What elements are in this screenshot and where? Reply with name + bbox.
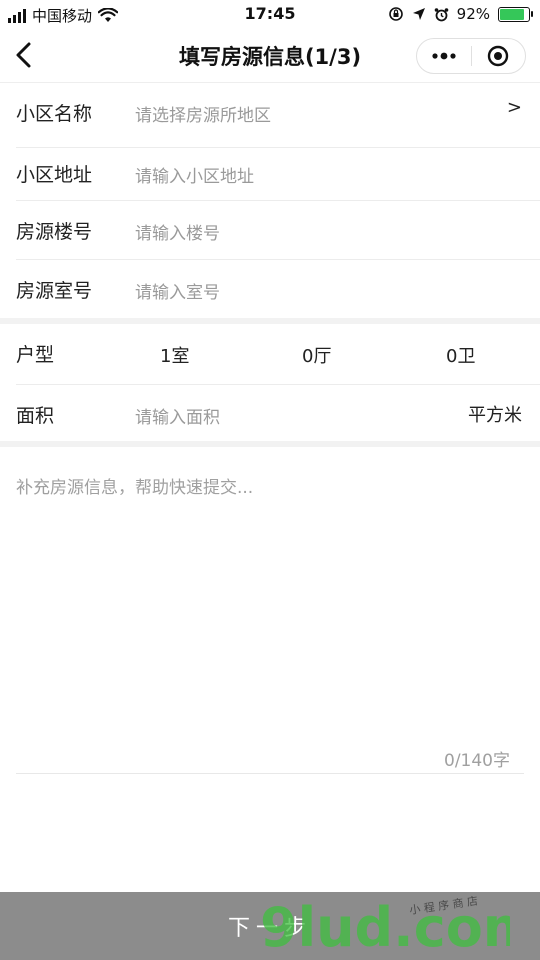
community-name-label: 小区名称 xyxy=(16,103,93,125)
target-circle-icon xyxy=(488,45,509,67)
halls-picker[interactable]: 0厅 xyxy=(302,342,331,368)
building-no-row: 房源楼号 请输入楼号 xyxy=(16,201,540,260)
alarm-icon xyxy=(434,7,448,21)
notes-char-counter: 0/140字 xyxy=(444,751,510,771)
community-name-row[interactable]: 小区名称 请选择房源所地区 > xyxy=(16,83,540,148)
more-dots-icon xyxy=(432,52,456,60)
site-watermark: 9lud.com 小 程 序 商 店 xyxy=(260,894,510,959)
room-no-label: 房源室号 xyxy=(16,280,93,302)
location-arrow-icon xyxy=(412,8,425,20)
community-address-row: 小区地址 请输入小区地址 xyxy=(16,148,540,201)
navigation-bar: 填写房源信息(1/3) xyxy=(0,28,540,83)
more-button[interactable] xyxy=(417,39,471,73)
battery-level xyxy=(500,8,524,20)
orientation-lock-icon xyxy=(388,7,403,21)
community-address-label: 小区地址 xyxy=(16,164,93,186)
close-button[interactable] xyxy=(472,39,526,73)
area-input[interactable]: 请输入面积 xyxy=(135,403,220,428)
house-info-form: 小区名称 请选择房源所地区 > 小区地址 请输入小区地址 房源楼号 请输入楼号 … xyxy=(0,83,540,774)
area-unit: 平方米 xyxy=(468,405,522,426)
room-no-input[interactable]: 请输入室号 xyxy=(135,278,220,303)
battery-percent: 92% xyxy=(456,5,490,23)
notes-placeholder: 补充房源信息，帮助快速提交... xyxy=(16,478,254,498)
community-name-picker[interactable]: 请选择房源所地区 xyxy=(135,101,271,126)
miniprogram-capsule xyxy=(416,38,526,74)
battery-icon xyxy=(498,6,533,22)
rooms-picker[interactable]: 1室 xyxy=(160,342,189,368)
status-bar: 中国移动 17:45 92% xyxy=(0,0,540,28)
area-label: 面积 xyxy=(16,405,55,427)
room-no-row: 房源室号 请输入室号 xyxy=(16,260,540,318)
layout-label: 户型 xyxy=(16,344,55,366)
building-no-input[interactable]: 请输入楼号 xyxy=(135,219,220,244)
notes-textarea[interactable]: 补充房源信息，帮助快速提交... 0/140字 xyxy=(16,447,524,774)
community-address-input[interactable]: 请输入小区地址 xyxy=(135,162,254,187)
area-row: 面积 请输入面积 平方米 xyxy=(16,385,540,441)
chevron-right-icon[interactable]: > xyxy=(507,97,522,118)
status-right: 92% xyxy=(388,5,533,23)
baths-picker[interactable]: 0卫 xyxy=(446,342,475,368)
building-no-label: 房源楼号 xyxy=(16,221,93,243)
layout-row: 户型 1室 0厅 0卫 xyxy=(16,324,540,385)
